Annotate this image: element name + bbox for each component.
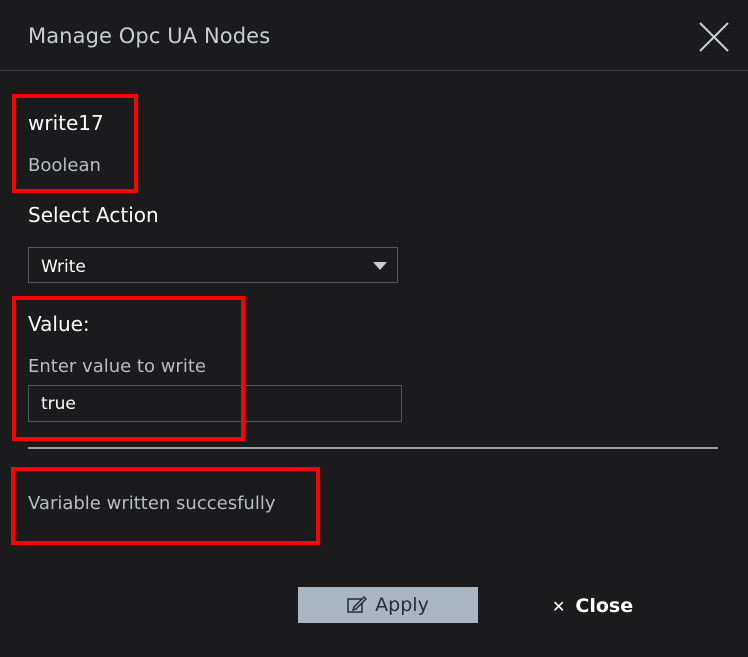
action-dropdown[interactable]: Write <box>28 247 398 283</box>
apply-button[interactable]: Apply <box>298 587 478 623</box>
close-button[interactable]: ✕ Close <box>552 588 633 624</box>
select-action-label: Select Action <box>28 203 159 227</box>
status-highlight-box <box>11 467 320 545</box>
close-icon[interactable] <box>698 21 730 53</box>
close-button-label: Close <box>575 595 634 617</box>
action-dropdown-value: Write <box>41 257 86 277</box>
chevron-down-icon <box>373 262 387 270</box>
close-icon: ✕ <box>552 596 566 616</box>
value-highlight-box <box>12 296 245 441</box>
apply-button-label: Apply <box>375 594 429 616</box>
section-divider <box>28 447 718 449</box>
dialog-title: Manage Opc UA Nodes <box>28 24 271 48</box>
header-divider <box>0 70 748 71</box>
node-highlight-box <box>12 94 138 193</box>
edit-icon <box>347 596 368 613</box>
